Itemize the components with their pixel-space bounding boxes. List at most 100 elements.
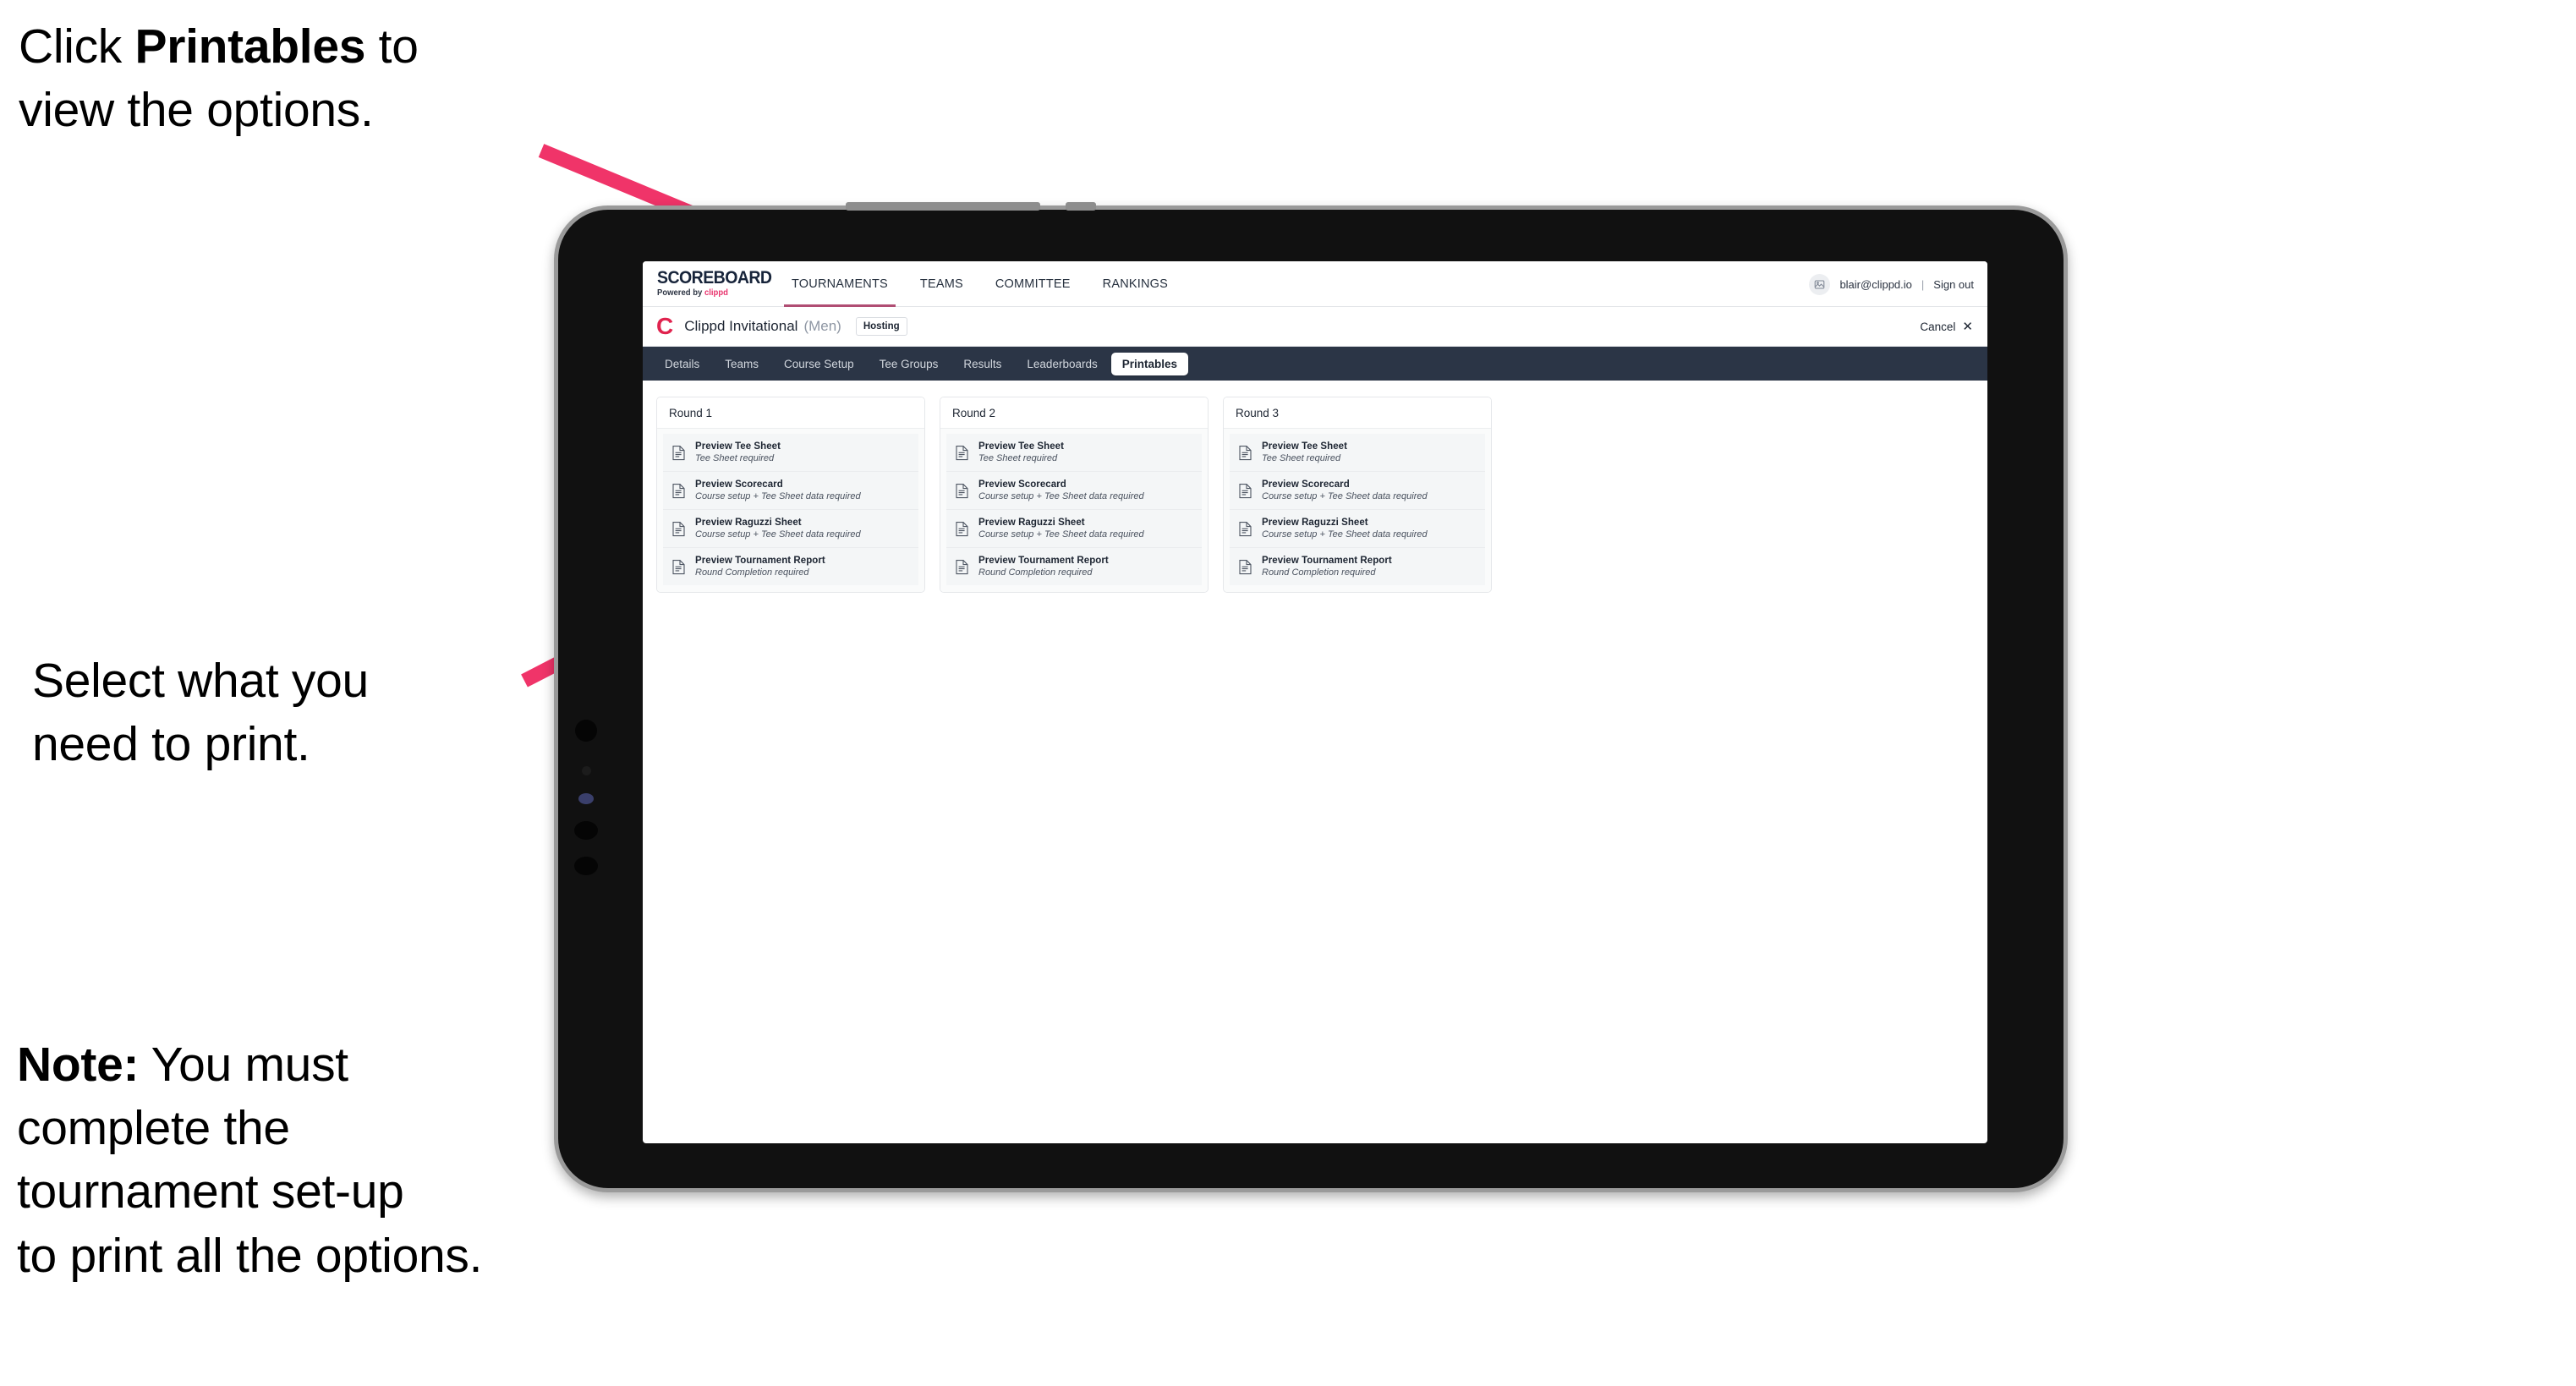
printable-item-text: Preview Tournament Report Round Completi… (1262, 556, 1392, 578)
printable-item-title: Preview Scorecard (1262, 479, 1350, 490)
printables-rounds-container: Round 1 Preview Tee Sheet Tee Sheet requ… (643, 381, 1987, 593)
printable-item-tee-sheet[interactable]: Preview Tee Sheet Tee Sheet required (946, 434, 1202, 472)
round-card: Round 2 Preview Tee Sheet Tee Sheet requ… (940, 397, 1209, 593)
printable-item-subtitle: Tee Sheet required (695, 453, 775, 463)
printable-item-raguzzi-sheet[interactable]: Preview Raguzzi Sheet Course setup + Tee… (663, 510, 918, 548)
document-icon (1238, 521, 1252, 537)
printable-item-title: Preview Tee Sheet (1262, 441, 1347, 452)
tab-teams[interactable]: Teams (713, 347, 770, 381)
document-icon (955, 483, 969, 499)
annotation-click-printables: Click Printables to view the options. (19, 15, 568, 142)
printable-item-title: Preview Tournament Report (695, 556, 825, 566)
printable-item-text: Preview Raguzzi Sheet Course setup + Tee… (695, 518, 861, 540)
printable-item-tournament-report[interactable]: Preview Tournament Report Round Completi… (663, 548, 918, 585)
printable-item-tournament-report[interactable]: Preview Tournament Report Round Completi… (1230, 548, 1485, 585)
account-separator: | (1921, 277, 1925, 291)
brand-subtitle: Powered by clippd (657, 288, 754, 298)
tab-course-setup[interactable]: Course Setup (772, 347, 866, 381)
document-icon (671, 559, 686, 575)
printable-item-text: Preview Raguzzi Sheet Course setup + Tee… (978, 518, 1144, 540)
printable-item-scorecard[interactable]: Preview Scorecard Course setup + Tee She… (1230, 472, 1485, 510)
printable-item-tee-sheet[interactable]: Preview Tee Sheet Tee Sheet required (1230, 434, 1485, 472)
round-items: Preview Tee Sheet Tee Sheet required Pre… (1224, 429, 1491, 592)
document-icon (955, 559, 969, 575)
printable-item-title: Preview Tee Sheet (978, 441, 1064, 452)
printable-item-text: Preview Tee Sheet Tee Sheet required (695, 441, 781, 463)
brand-subtitle-prefix: Powered by (657, 288, 704, 298)
printable-item-subtitle: Round Completion required (1262, 567, 1376, 578)
tablet-side-button-top[interactable] (575, 720, 597, 742)
tablet-indicator-light-icon (578, 793, 594, 804)
printable-item-title: Preview Raguzzi Sheet (695, 518, 802, 528)
brand-title: SCOREBOARD (657, 268, 772, 288)
tab-printables[interactable]: Printables (1110, 352, 1189, 375)
printable-item-scorecard[interactable]: Preview Scorecard Course setup + Tee She… (946, 472, 1202, 510)
document-icon (1238, 445, 1252, 461)
printable-item-text: Preview Scorecard Course setup + Tee She… (978, 479, 1144, 501)
tablet-volume-up-button[interactable] (574, 821, 598, 840)
clippd-c-icon: C (656, 313, 674, 339)
sign-out-link[interactable]: Sign out (1933, 278, 1974, 291)
tablet-camera-icon (582, 766, 591, 775)
close-x-icon: ✕ (1962, 320, 1973, 334)
tournament-gender: (Men) (803, 318, 841, 334)
printable-item-subtitle: Course setup + Tee Sheet data required (695, 529, 861, 540)
tab-leaderboards[interactable]: Leaderboards (1015, 347, 1109, 381)
round-title: Round 1 (657, 397, 924, 429)
printable-item-title: Preview Tournament Report (978, 556, 1109, 566)
round-card: Round 1 Preview Tee Sheet Tee Sheet requ… (656, 397, 925, 593)
tab-results[interactable]: Results (951, 347, 1013, 381)
printable-item-subtitle: Tee Sheet required (1262, 453, 1341, 463)
printable-item-subtitle: Course setup + Tee Sheet data required (978, 491, 1144, 501)
tablet-volume-down-button[interactable] (574, 857, 598, 875)
round-title: Round 3 (1224, 397, 1491, 429)
nav-item-rankings[interactable]: RANKINGS (1087, 261, 1184, 307)
tablet-screen: SCOREBOARD Powered by clippd TOURNAMENTS… (643, 261, 1987, 1143)
printable-item-text: Preview Raguzzi Sheet Course setup + Tee… (1262, 518, 1428, 540)
printable-item-title: Preview Scorecard (978, 479, 1066, 490)
printable-item-title: Preview Raguzzi Sheet (978, 518, 1085, 528)
printable-item-text: Preview Tee Sheet Tee Sheet required (978, 441, 1064, 463)
account-email: blair@clippd.io (1839, 277, 1912, 291)
printable-item-title: Preview Tee Sheet (695, 441, 781, 452)
round-title: Round 2 (940, 397, 1208, 429)
tablet-top-speaker (846, 202, 1040, 211)
annotation-note-bold: Note: (17, 1038, 140, 1092)
tournament-name: Clippd Invitational (684, 318, 798, 334)
printable-item-scorecard[interactable]: Preview Scorecard Course setup + Tee She… (663, 472, 918, 510)
document-icon (671, 483, 686, 499)
document-icon (955, 521, 969, 537)
annotation-text-bold: Printables (134, 19, 366, 74)
printable-item-title: Preview Tournament Report (1262, 556, 1392, 566)
printable-item-tee-sheet[interactable]: Preview Tee Sheet Tee Sheet required (663, 434, 918, 472)
tab-details[interactable]: Details (653, 347, 711, 381)
printable-item-raguzzi-sheet[interactable]: Preview Raguzzi Sheet Course setup + Tee… (1230, 510, 1485, 548)
printable-item-tournament-report[interactable]: Preview Tournament Report Round Completi… (946, 548, 1202, 585)
document-icon (1238, 483, 1252, 499)
cancel-button[interactable]: Cancel ✕ (1920, 307, 1973, 347)
tournament-header: C Clippd Invitational (Men) Hosting Canc… (643, 307, 1987, 347)
user-avatar-icon[interactable] (1809, 273, 1831, 295)
document-icon (671, 521, 686, 537)
printable-item-text: Preview Scorecard Course setup + Tee She… (695, 479, 861, 501)
brand-logo[interactable]: SCOREBOARD Powered by clippd (657, 268, 772, 298)
printable-item-text: Preview Scorecard Course setup + Tee She… (1262, 479, 1428, 501)
round-items: Preview Tee Sheet Tee Sheet required Pre… (940, 429, 1208, 592)
printable-item-text: Preview Tournament Report Round Completi… (695, 556, 825, 578)
section-tabs: Details Teams Course Setup Tee Groups Re… (643, 347, 1987, 381)
printable-item-title: Preview Raguzzi Sheet (1262, 518, 1368, 528)
printable-item-subtitle: Tee Sheet required (978, 453, 1058, 463)
annotation-select-what-to-print: Select what you need to print. (32, 654, 369, 772)
account-area: blair@clippd.io | Sign out (1809, 261, 1974, 307)
nav-item-committee[interactable]: COMMITTEE (979, 261, 1087, 307)
nav-item-tournaments[interactable]: TOURNAMENTS (776, 261, 904, 307)
printable-item-subtitle: Course setup + Tee Sheet data required (978, 529, 1144, 540)
hosting-badge: Hosting (855, 317, 907, 336)
tablet-device: SCOREBOARD Powered by clippd TOURNAMENTS… (554, 202, 2068, 1192)
cancel-label: Cancel (1920, 320, 1956, 333)
tab-tee-groups[interactable]: Tee Groups (868, 347, 951, 381)
screenshot-root: Click Printables to view the options. Se… (0, 0, 2576, 1386)
nav-item-teams[interactable]: TEAMS (904, 261, 979, 307)
printable-item-raguzzi-sheet[interactable]: Preview Raguzzi Sheet Course setup + Tee… (946, 510, 1202, 548)
primary-nav: TOURNAMENTS TEAMS COMMITTEE RANKINGS (776, 261, 1184, 307)
